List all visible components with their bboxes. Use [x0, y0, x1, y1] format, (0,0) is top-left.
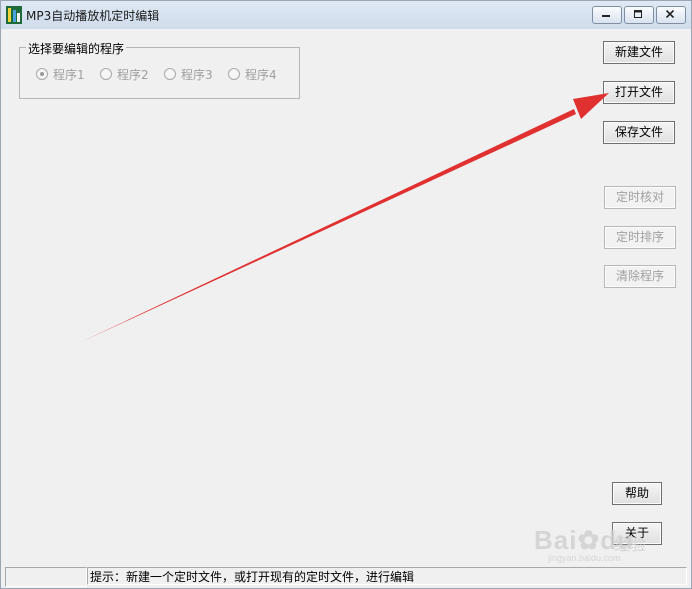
annotation-arrow — [79, 93, 609, 343]
status-bar: 提示：新建一个定时文件，或打开现有的定时文件，进行编辑 — [1, 566, 691, 588]
status-pane-left — [5, 567, 87, 587]
arrow-head — [573, 93, 609, 119]
help-button[interactable]: 帮助 — [612, 482, 662, 505]
watermark-url: jingyan.baidu.com — [548, 553, 621, 563]
status-hint: 提示：新建一个定时文件，或打开现有的定时文件，进行编辑 — [87, 567, 687, 585]
baidu-watermark: Bai✿du 经验 jingyan.baidu.com — [534, 521, 684, 565]
watermark-suffix: 经验 — [614, 535, 647, 554]
baidu-paw-icon: ✿ — [577, 525, 601, 555]
app-window: MP3自动播放机定时编辑 选择要编辑的程序 程序1 程序2 程序3 程序4 新建… — [0, 0, 692, 589]
arrow-shaft — [79, 109, 576, 343]
